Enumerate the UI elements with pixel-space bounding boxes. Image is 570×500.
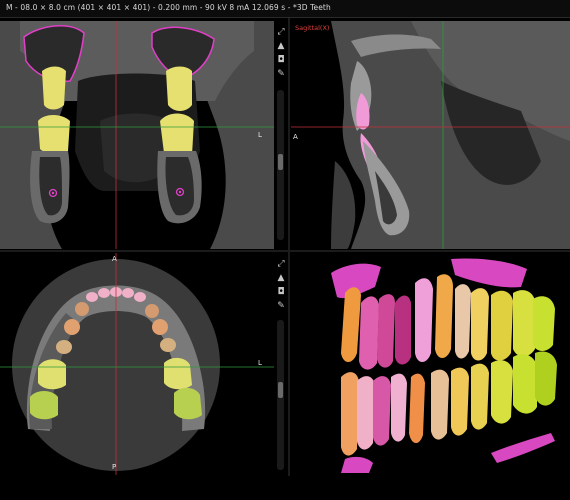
axial-slice-thumb[interactable] <box>278 382 283 398</box>
render-3d-view[interactable] <box>291 253 570 475</box>
camera-icon[interactable]: ◘ <box>276 287 287 298</box>
scan-info-text: M - 08.0 × 8.0 cm (401 × 401 × 401) - 0.… <box>6 3 331 12</box>
warning-icon[interactable]: ▲ <box>276 41 287 52</box>
camera-icon[interactable]: ◘ <box>276 55 287 66</box>
sagittal-image <box>291 21 570 249</box>
coronal-image <box>0 21 274 249</box>
coronal-view[interactable]: L <box>0 21 274 249</box>
expand-icon[interactable]: ⤢ <box>276 259 287 270</box>
teeth-3d-render <box>291 253 570 475</box>
axial-top-label: A <box>112 255 117 263</box>
coronal-slice-scrollbar[interactable] <box>277 90 284 240</box>
title-bar: M - 08.0 × 8.0 cm (401 × 401 × 401) - 0.… <box>0 0 570 18</box>
coronal-side-label: L <box>258 131 262 139</box>
horizontal-divider <box>0 250 570 252</box>
sagittal-view[interactable]: Sagittal(X) A <box>291 21 570 249</box>
wrench-icon[interactable]: ✎ <box>276 301 287 312</box>
bottom-view-toolbar: ⤢ ▲ ◘ ✎ <box>274 259 288 312</box>
axial-side-label: L <box>258 359 262 367</box>
top-view-toolbar: ⤢ ▲ ◘ ✎ <box>274 27 288 80</box>
expand-icon[interactable]: ⤢ <box>276 27 287 38</box>
coronal-slice-thumb[interactable] <box>278 154 283 170</box>
sagittal-side-label: A <box>293 133 298 141</box>
warning-icon[interactable]: ▲ <box>276 273 287 284</box>
wrench-icon[interactable]: ✎ <box>276 69 287 80</box>
sagittal-title: Sagittal(X) <box>295 24 330 32</box>
axial-bottom-label: P <box>112 463 117 471</box>
axial-slice-scrollbar[interactable] <box>277 320 284 470</box>
axial-image <box>0 253 274 475</box>
axial-view[interactable]: A P L <box>0 253 274 475</box>
bottom-bar <box>0 476 570 500</box>
vertical-divider <box>288 18 290 500</box>
